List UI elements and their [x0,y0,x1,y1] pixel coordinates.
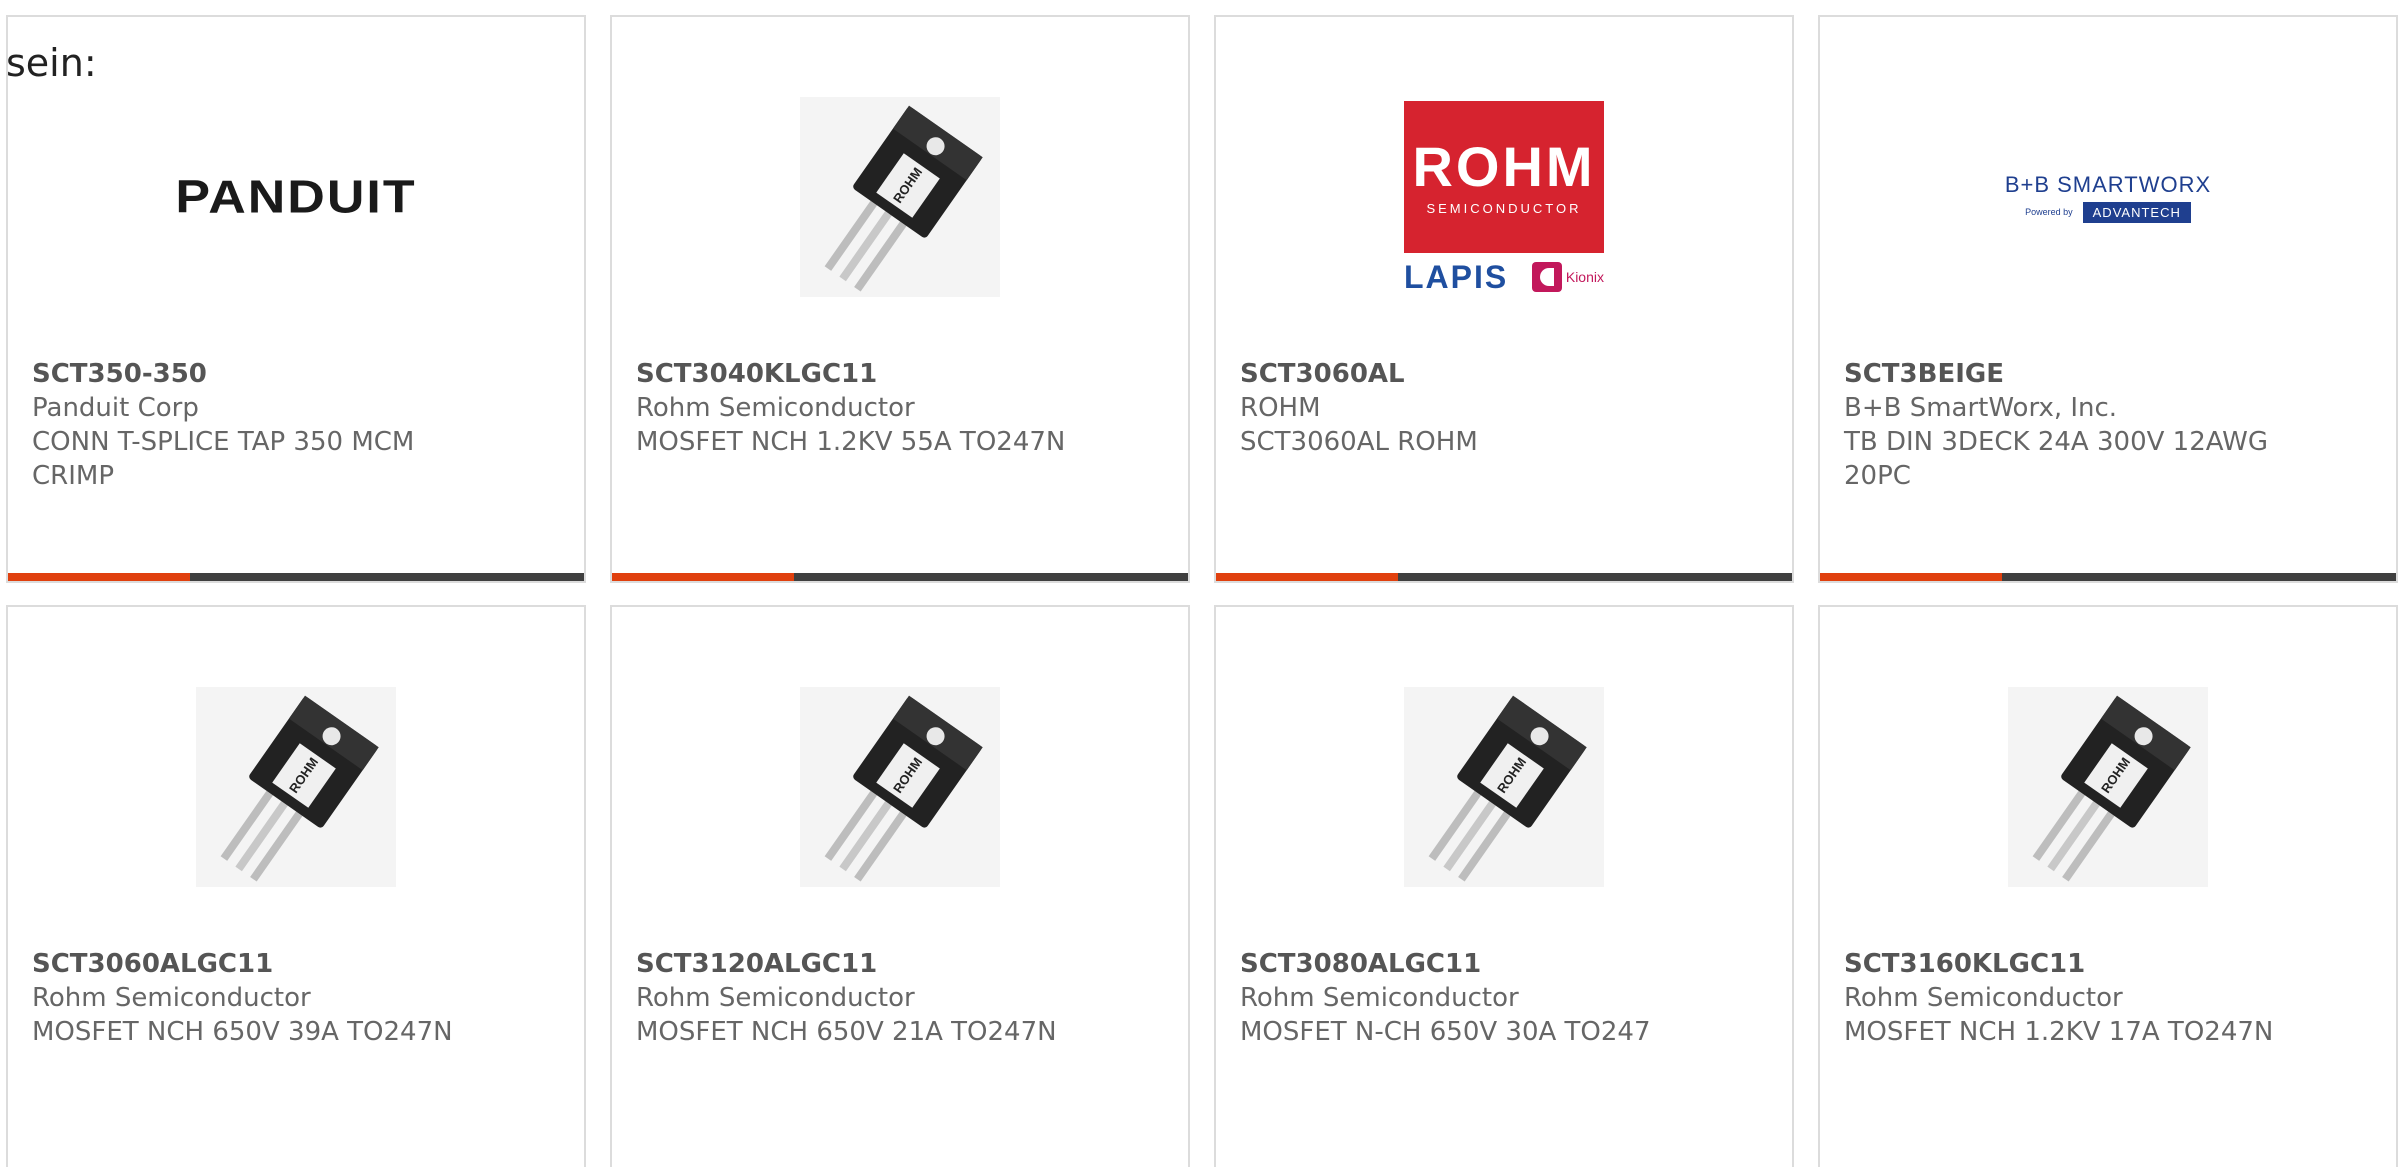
card-accent-bar [612,573,1188,581]
product-info: SCT3060ALGC11 Rohm Semiconductor MOSFET … [32,947,560,1049]
product-description: MOSFET NCH 650V 39A TO247N [32,1017,453,1047]
product-description-cont: CRIMP [32,461,114,491]
card-accent-bar [8,573,584,581]
to247-transistor-icon: ROHM [196,687,396,887]
product-description: TB DIN 3DECK 24A 300V 12AWG [1844,427,2268,457]
rohm-logo-subtext: SEMICONDUCTOR [1426,200,1582,216]
product-description-cont: 20PC [1844,461,1911,491]
product-image[interactable]: ROHM [1820,677,2396,897]
to247-transistor-icon: ROHM [800,97,1000,297]
product-card[interactable]: B+B SMARTWORX Powered by ADVANTECH SCT3B… [1818,15,2398,583]
product-card[interactable]: ROHM SCT3040KLGC11 Rohm Semiconductor MO… [610,15,1190,583]
rohm-logo-text: ROHM [1412,134,1596,198]
to247-transistor-icon: ROHM [800,687,1000,887]
product-info: SCT3120ALGC11 Rohm Semiconductor MOSFET … [636,947,1164,1049]
product-card[interactable]: ROHM SCT3120ALGC11 Rohm Semiconductor MO… [610,605,1190,1167]
panduit-logo-text: PANDUIT [175,170,417,224]
product-card[interactable]: ROHM SCT3060ALGC11 Rohm Semiconductor MO… [6,605,586,1167]
manufacturer-name: Rohm Semiconductor [636,393,915,423]
product-description: MOSFET NCH 1.2KV 55A TO247N [636,427,1066,457]
advantech-logo: ADVANTECH [2082,201,2191,223]
to247-transistor-icon: ROHM [2008,687,2208,887]
product-description: MOSFET N-CH 650V 30A TO247 [1240,1017,1651,1047]
kionix-mark-icon [1531,262,1562,292]
product-image[interactable]: B+B SMARTWORX Powered by ADVANTECH [1820,87,2396,307]
part-number-link[interactable]: SCT3040KLGC11 [636,357,1164,391]
card-accent-segment [1820,573,2002,581]
rohm-logo: ROHM SEMICONDUCTOR LAPIS Kionix [1404,101,1604,293]
bb-logo-text: B+B SMARTWORX [2004,171,2212,197]
lapis-logo: LAPIS [1404,259,1509,295]
kionix-logo: Kionix [1531,262,1604,292]
product-info: SCT350-350 Panduit Corp CONN T-SPLICE TA… [32,357,560,493]
product-image[interactable]: ROHM [612,677,1188,897]
card-accent-bar [1820,573,2396,581]
card-accent-segment [1216,573,1398,581]
product-card[interactable]: ROHM SCT3160KLGC11 Rohm Semiconductor MO… [1818,605,2398,1167]
part-number-link[interactable]: SCT3160KLGC11 [1844,947,2372,981]
product-info: SCT3040KLGC11 Rohm Semiconductor MOSFET … [636,357,1164,459]
manufacturer-name: Rohm Semiconductor [1844,983,2123,1013]
kionix-logo-text: Kionix [1565,269,1604,285]
card-accent-bar [1216,573,1792,581]
bb-logo-powered: Powered by ADVANTECH [2025,201,2191,223]
product-info: SCT3BEIGE B+B SmartWorx, Inc. TB DIN 3DE… [1844,357,2372,493]
intro-text: sein: [6,41,97,85]
manufacturer-name: B+B SmartWorx, Inc. [1844,393,2118,423]
product-description: CONN T-SPLICE TAP 350 MCM [32,427,415,457]
part-number-link[interactable]: SCT3120ALGC11 [636,947,1164,981]
bb-smartworx-logo: B+B SMARTWORX Powered by ADVANTECH [2005,172,2211,223]
card-accent-segment [612,573,794,581]
product-description: MOSFET NCH 1.2KV 17A TO247N [1844,1017,2274,1047]
rohm-sub-logos: LAPIS Kionix [1404,261,1604,293]
part-number-link[interactable]: SCT3BEIGE [1844,357,2372,391]
manufacturer-name: ROHM [1240,393,1321,423]
to247-transistor-icon: ROHM [1404,687,1604,887]
product-image[interactable]: ROHM [8,677,584,897]
product-card[interactable]: ROHM SCT3080ALGC11 Rohm Semiconductor MO… [1214,605,1794,1167]
card-accent-segment [8,573,190,581]
manufacturer-name: Panduit Corp [32,393,199,423]
product-image[interactable]: ROHM SEMICONDUCTOR LAPIS Kionix [1216,87,1792,307]
manufacturer-name: Rohm Semiconductor [1240,983,1519,1013]
manufacturer-name: Rohm Semiconductor [32,983,311,1013]
product-image[interactable]: ROHM [1216,677,1792,897]
product-image[interactable]: ROHM [612,87,1188,307]
rohm-logo-block: ROHM SEMICONDUCTOR [1404,101,1604,253]
page: sein: PANDUIT SCT350-350 Panduit Corp CO… [0,0,2400,1167]
manufacturer-name: Rohm Semiconductor [636,983,915,1013]
part-number-link[interactable]: SCT3060AL [1240,357,1768,391]
product-info: SCT3160KLGC11 Rohm Semiconductor MOSFET … [1844,947,2372,1049]
product-info: SCT3080ALGC11 Rohm Semiconductor MOSFET … [1240,947,1768,1049]
part-number-link[interactable]: SCT3060ALGC11 [32,947,560,981]
bb-powered-by: Powered by [2025,207,2073,217]
part-number-link[interactable]: SCT3080ALGC11 [1240,947,1768,981]
product-info: SCT3060AL ROHM SCT3060AL ROHM [1240,357,1768,459]
product-card[interactable]: ROHM SEMICONDUCTOR LAPIS Kionix SCT3060A… [1214,15,1794,583]
panduit-logo: PANDUIT [175,170,416,224]
product-description: MOSFET NCH 650V 21A TO247N [636,1017,1057,1047]
product-description: SCT3060AL ROHM [1240,427,1478,457]
product-card[interactable]: PANDUIT SCT350-350 Panduit Corp CONN T-S… [6,15,586,583]
product-grid: PANDUIT SCT350-350 Panduit Corp CONN T-S… [6,15,2398,1167]
product-image[interactable]: PANDUIT [8,87,584,307]
part-number-link[interactable]: SCT350-350 [32,357,560,391]
